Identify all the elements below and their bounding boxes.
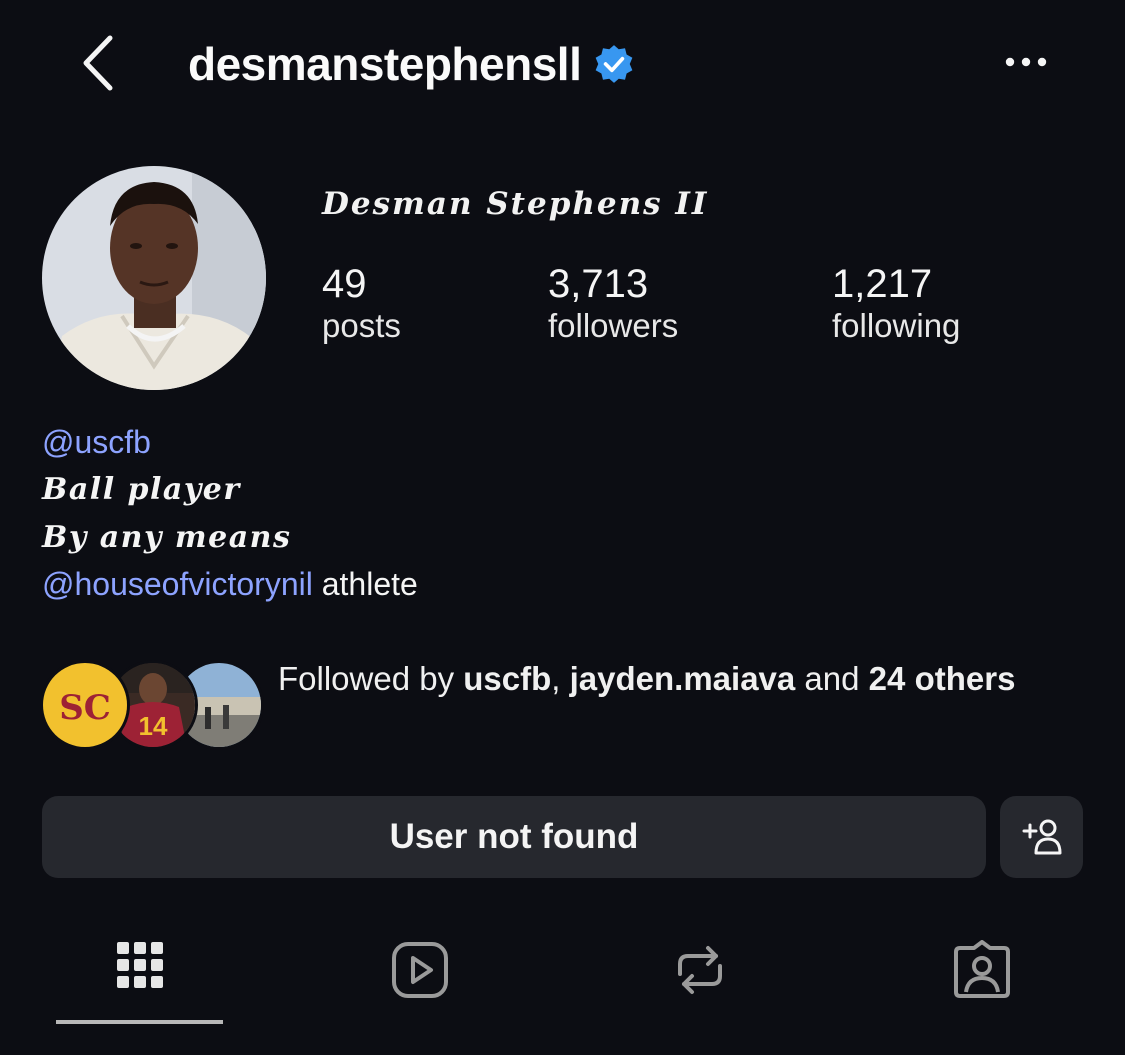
bio-mention-uscfb[interactable]: @uscfb: [42, 424, 151, 461]
followers-label: followers: [548, 307, 679, 344]
followers-stat[interactable]: 3,713 followers: [548, 262, 678, 346]
user-not-found-button[interactable]: User not found: [42, 796, 986, 878]
and-text: and: [795, 660, 869, 697]
tab-posts-grid[interactable]: [100, 930, 180, 1010]
tagged-icon: [954, 940, 1010, 998]
follower-avatar-uscfb[interactable]: SC: [40, 660, 130, 750]
reels-icon: [392, 942, 448, 998]
followed-by-user[interactable]: jayden.maiava: [570, 660, 796, 697]
following-count: 1,217: [832, 262, 933, 306]
posts-stat: 49 posts: [322, 262, 401, 346]
followed-by-text[interactable]: Followed by uscfb, jayden.maiava and 24 …: [278, 656, 1038, 702]
chevron-left-icon: [83, 35, 113, 91]
profile-avatar[interactable]: [42, 166, 266, 390]
add-person-icon: [1022, 819, 1061, 855]
svg-text:SC: SC: [59, 688, 111, 728]
bio-line: Ball player: [42, 472, 241, 507]
active-tab-indicator: [56, 1020, 223, 1024]
display-name: Desman Stephens II: [322, 186, 709, 222]
verified-badge-icon: [595, 45, 633, 83]
following-label: following: [832, 307, 961, 344]
tab-reels[interactable]: [380, 930, 460, 1010]
avatar-photo: [42, 166, 266, 390]
posts-count: 49: [322, 262, 367, 306]
tab-reposts[interactable]: [660, 930, 740, 1010]
suggested-users-button[interactable]: [1000, 796, 1083, 878]
others-label: others: [914, 660, 1016, 697]
posts-label: posts: [322, 307, 401, 344]
bio-mention-houseofvictorynil[interactable]: @houseofvictorynil: [42, 566, 313, 602]
followed-by-prefix: Followed by: [278, 660, 464, 697]
bio-line-athlete: @houseofvictorynil athlete: [42, 566, 418, 603]
reposts-icon: [678, 946, 722, 994]
bio-text: athlete: [312, 566, 418, 602]
username: desmanstephensll: [188, 38, 582, 90]
usc-logo-icon: SC: [43, 663, 127, 747]
followed-by-user[interactable]: uscfb: [463, 660, 551, 697]
profile-header: desmanstephensll: [188, 34, 635, 94]
back-button[interactable]: [72, 28, 132, 98]
followers-count: 3,713: [548, 262, 649, 306]
more-horizontal-icon: [1005, 57, 1047, 67]
others-count: 24: [868, 660, 906, 697]
bio-line: By any means: [42, 520, 292, 555]
svg-text:14: 14: [139, 711, 168, 741]
grid-icon: [117, 942, 163, 988]
following-stat[interactable]: 1,217 following: [832, 262, 960, 346]
more-options-button[interactable]: [1000, 45, 1054, 79]
separator: ,: [551, 660, 570, 697]
tab-tagged[interactable]: [942, 930, 1022, 1010]
